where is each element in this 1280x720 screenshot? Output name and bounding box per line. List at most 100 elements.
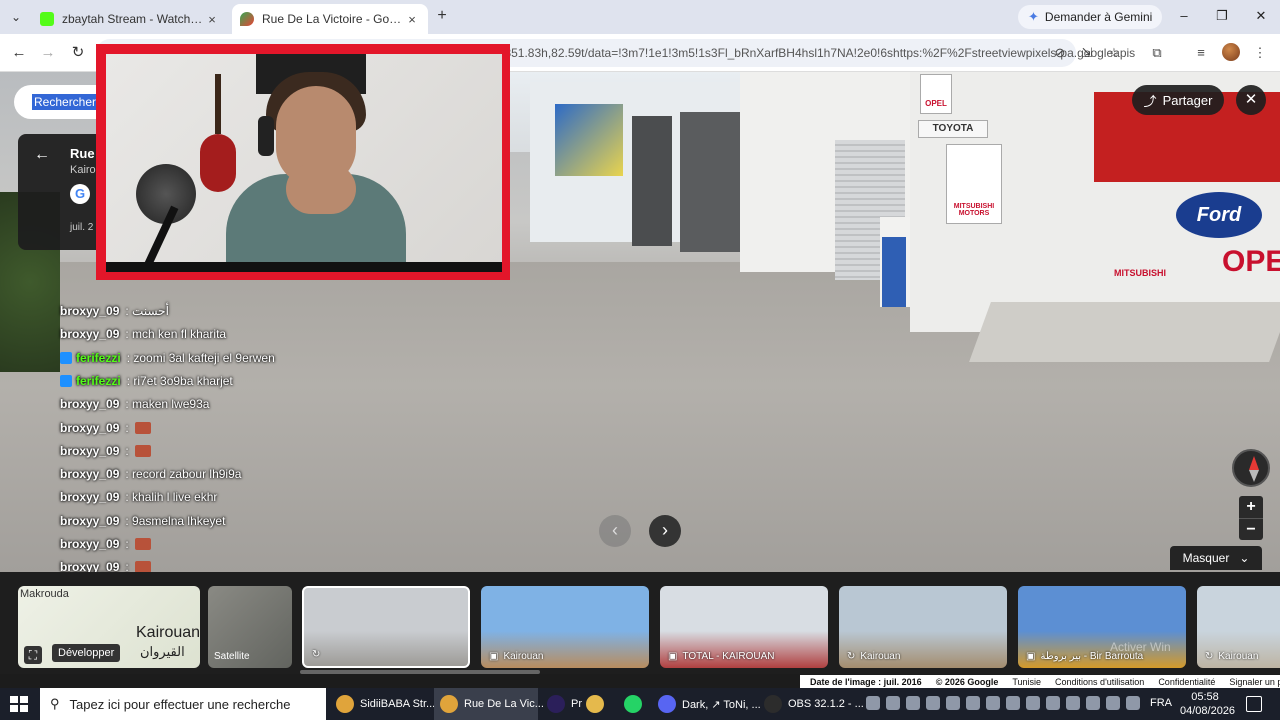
report-link[interactable]: Signaler un problème (1229, 677, 1280, 687)
emote-icon (134, 538, 151, 550)
tab-maps[interactable]: Rue De La Victoire - Google M × (232, 4, 428, 34)
media-control-icon[interactable]: ≡ (1191, 43, 1211, 63)
tray-icon[interactable] (926, 696, 940, 710)
app-label: Dark, ↗ ToNi, ... (682, 698, 761, 711)
tray-icon[interactable] (1086, 696, 1100, 710)
chat-username[interactable]: broxyy_09 (60, 444, 119, 458)
taskbar-app[interactable] (618, 688, 648, 720)
chat-text: : (125, 444, 129, 458)
menu-dots-icon[interactable]: ⋮ (1250, 43, 1270, 63)
minimize-button[interactable]: – (1172, 6, 1196, 26)
hide-filmstrip-button[interactable]: Masquer ⌄ (1170, 546, 1262, 570)
chat-message: broxyy_09: أحسنت (60, 302, 169, 320)
satellite-toggle[interactable]: Satellite (208, 586, 292, 668)
taskbar-app[interactable]: Rue De La Vic... (434, 688, 544, 720)
country-link[interactable]: Tunisie (1012, 677, 1041, 687)
extensions-icon[interactable]: ⧉ (1147, 43, 1167, 63)
taskbar-app[interactable]: Dark, ↗ ToNi, ... (652, 688, 761, 720)
tab-stream[interactable]: zbaytah Stream - Watch Live o × (32, 4, 228, 34)
tray-icon[interactable] (1126, 696, 1140, 710)
filmstrip-scrollbar[interactable] (300, 670, 540, 674)
tab-close-icon[interactable]: × (204, 12, 220, 27)
tray-icon[interactable] (866, 696, 880, 710)
zoom-out-button[interactable]: − (1239, 518, 1263, 540)
photo-thumbnail[interactable]: ▣ TOTAL - KAIROUAN (660, 586, 828, 668)
tray-icon[interactable] (986, 696, 1000, 710)
install-icon[interactable]: ⇲ (1077, 43, 1097, 63)
tray-icon[interactable] (886, 696, 900, 710)
chat-message: ferifezzi: zoomi 3al kafteji el 9erwen (60, 349, 275, 367)
photo-thumbnail[interactable]: ↻ (302, 586, 470, 668)
photo-thumbnail[interactable]: ▣ بير بروطة - Bir Barrouta (1018, 586, 1186, 668)
tab-close-icon[interactable]: × (404, 12, 420, 27)
back-arrow-icon[interactable]: ← (34, 146, 50, 164)
photo-thumbnail[interactable]: ▣ Kairouan (481, 586, 649, 668)
chat-username[interactable]: broxyy_09 (60, 490, 119, 504)
chat-username[interactable]: broxyy_09 (60, 421, 119, 435)
profile-avatar[interactable] (1222, 43, 1240, 61)
photo-filmstrip: Makrouda Kairouan القيروان ⛶ Développer … (0, 572, 1280, 674)
bookmark-star-icon[interactable]: ☆ (1104, 43, 1124, 63)
system-tray (866, 696, 1140, 712)
tray-icon[interactable] (1066, 696, 1080, 710)
tray-icon[interactable] (1046, 696, 1060, 710)
tray-icon[interactable] (1026, 696, 1040, 710)
share-button[interactable]: ⤴ Partager (1132, 85, 1224, 115)
forward-icon[interactable]: → (37, 42, 59, 64)
chat-username[interactable]: broxyy_09 (60, 397, 119, 411)
tray-icon[interactable] (1006, 696, 1020, 710)
url-text[interactable]: y,351.83h,82.59t/data=!3m7!1e1!3m5!1s3Fl… (496, 39, 1136, 67)
gemini-spark-icon: ✦ (1028, 9, 1039, 24)
new-tab-button[interactable]: + (432, 6, 452, 26)
next-photo-button[interactable]: › (649, 515, 681, 547)
tray-icon[interactable] (966, 696, 980, 710)
chat-username[interactable]: broxyy_09 (60, 304, 119, 318)
taskbar-app[interactable]: OBS 32.1.2 - ... (758, 688, 864, 720)
notification-icon[interactable] (1246, 696, 1262, 712)
prev-photo-button[interactable]: ‹ (599, 515, 631, 547)
maximize-button[interactable]: ❐ (1210, 6, 1234, 26)
chat-text: : mch ken fl kharita (125, 327, 227, 341)
compass-icon[interactable] (1232, 449, 1270, 487)
photo-thumbnail[interactable]: ↻ Kairouan (1197, 586, 1280, 668)
chat-username[interactable]: broxyy_09 (60, 327, 119, 341)
photo-thumbnail[interactable]: ↻ Kairouan (839, 586, 1007, 668)
chat-username[interactable]: broxyy_09 (60, 514, 119, 528)
chat-username[interactable]: ferifezzi (76, 374, 121, 388)
chat-username[interactable]: broxyy_09 (60, 537, 119, 551)
eye-off-icon[interactable]: ⊘ (1050, 43, 1070, 63)
reload-icon[interactable]: ↻ (67, 42, 89, 64)
clock[interactable]: 05:58 04/08/2026 (1180, 690, 1235, 718)
image-date: Date de l'image : juil. 2016 (810, 677, 922, 687)
taskbar-app[interactable] (580, 688, 610, 720)
opel-sign: OPEL (920, 74, 952, 114)
mini-map[interactable]: Makrouda Kairouan القيروان ⛶ Développer (18, 586, 200, 668)
back-icon[interactable]: ← (8, 42, 30, 64)
tab-search-icon[interactable]: ⌄ (6, 8, 26, 26)
taskbar-app[interactable]: SidiiBABA Str... (330, 688, 435, 720)
user-badge-icon (60, 352, 72, 364)
chat-text: : 9asmelna lhkeyet (125, 514, 226, 528)
copyright: © 2026 Google (935, 677, 999, 687)
search-highlight[interactable]: Rechercher (32, 94, 99, 110)
tray-icon[interactable] (906, 696, 920, 710)
privacy-link[interactable]: Confidentialité (1158, 677, 1215, 687)
close-streetview-button[interactable]: ✕ (1236, 85, 1266, 115)
chat-username[interactable]: broxyy_09 (60, 467, 119, 481)
language-indicator[interactable]: FRA (1150, 697, 1172, 709)
close-window-button[interactable]: ✕ (1249, 6, 1273, 26)
tray-icon[interactable] (946, 696, 960, 710)
thumbnail-label: TOTAL - KAIROUAN (682, 651, 775, 662)
gemini-button[interactable]: ✦ Demander à Gemini (1018, 5, 1163, 29)
expand-icon[interactable]: ⛶ (24, 646, 42, 664)
terms-link[interactable]: Conditions d'utilisation (1055, 677, 1144, 687)
taskbar-app[interactable]: Pr (541, 688, 582, 720)
app-label: OBS 32.1.2 - ... (788, 698, 864, 710)
taskbar-search[interactable]: ⚲ Tapez ici pour effectuer une recherche (40, 688, 326, 720)
chat-username[interactable]: ferifezzi (76, 351, 121, 365)
tray-icon[interactable] (1106, 696, 1120, 710)
share-icon: ⤴ (1143, 93, 1157, 109)
zoom-in-button[interactable]: + (1239, 496, 1263, 518)
windows-start-icon[interactable] (10, 696, 28, 712)
app-icon (624, 695, 642, 713)
